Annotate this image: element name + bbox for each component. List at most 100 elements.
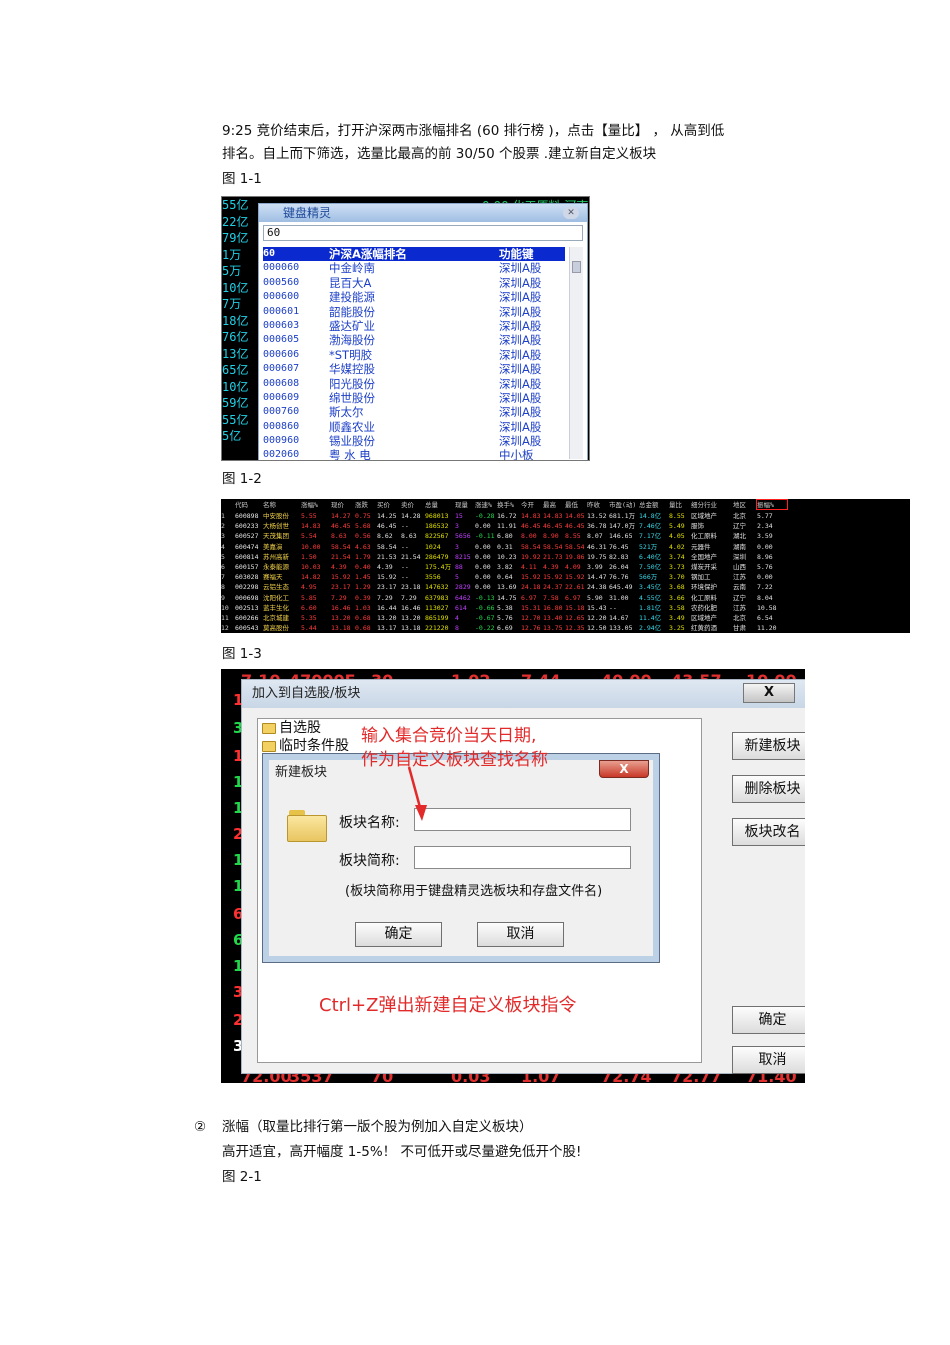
list-item-name: 锡业股份 <box>329 434 375 449</box>
table-cell: 1.50 <box>301 552 317 561</box>
column-header[interactable]: 卖价 <box>401 499 425 511</box>
section-2-line: 高开适宜，高开幅度 1-5%！ 不可低开或尽量避免低开个股! <box>222 1144 582 1160</box>
column-header[interactable]: 昨收 <box>587 499 609 511</box>
list-item[interactable]: 000603 盛达矿业 深圳A股 <box>263 319 565 333</box>
table-cell: 0.40 <box>355 562 371 571</box>
column-header[interactable]: 今开 <box>521 499 543 511</box>
list-item[interactable]: 000609 绵世股份 深圳A股 <box>263 391 565 405</box>
list-item[interactable]: 000560 昆百大A 深圳A股 <box>263 276 565 290</box>
list-item[interactable]: 000605 渤海股份 深圳A股 <box>263 333 565 347</box>
column-header[interactable]: 总金额 <box>639 499 669 511</box>
table-cell: 2 <box>221 522 225 531</box>
column-header[interactable]: 量比 <box>669 499 691 511</box>
block-name-input[interactable] <box>414 808 631 831</box>
table-cell: 614 <box>455 603 467 612</box>
table-cell: 3.74 <box>669 552 685 561</box>
close-button[interactable]: X <box>743 683 795 703</box>
list-item[interactable]: 002060 粤 水 电 中小板 <box>263 448 565 460</box>
column-header[interactable]: 换手% <box>497 499 521 511</box>
keyboard-wizard-title: 键盘精灵 <box>259 204 587 222</box>
table-cell: 苏州高新 <box>263 552 289 561</box>
list-item[interactable]: 000600 建投能源 深圳A股 <box>263 290 565 304</box>
delete-block-button[interactable]: 删除板块 <box>732 775 805 803</box>
column-header[interactable]: 最高 <box>543 499 565 511</box>
table-cell: 12.76 <box>521 624 541 633</box>
table-row[interactable]: 9 000698 沈阳化工 5.85 7.29 0.39 7.29 7.29 637983 646… <box>221 593 910 603</box>
block-short-label: 板块简称: <box>339 853 400 869</box>
column-header[interactable]: 现量 <box>455 499 475 511</box>
table-cell: 8.00 <box>521 532 537 541</box>
column-header[interactable]: 涨速% <box>475 499 497 511</box>
column-header[interactable]: 总量 <box>425 499 455 511</box>
column-header[interactable]: 细分行业 <box>691 499 733 511</box>
table-cell: 13.75 <box>543 624 563 633</box>
list-item[interactable]: 000860 顺鑫农业 深圳A股 <box>263 420 565 434</box>
list-item[interactable]: 000060 中金岭南 深圳A股 <box>263 261 565 275</box>
table-cell: 14.75 <box>497 593 517 602</box>
table-cell: 4.02 <box>669 542 685 551</box>
table-cell: 8.96 <box>757 552 773 561</box>
cancel-button[interactable]: 取消 <box>732 1046 805 1074</box>
list-item-name: 华媒控股 <box>329 362 375 377</box>
column-header[interactable]: 现价 <box>331 499 355 511</box>
block-short-input[interactable] <box>414 846 631 869</box>
table-cell: 8.90 <box>543 532 559 541</box>
table-cell: 农药化肥 <box>691 603 717 612</box>
add-to-block-title: 加入到自选股/板块 <box>242 680 805 708</box>
list-item[interactable]: 000606 *ST明胶 深圳A股 <box>263 348 565 362</box>
background-value: 1万 <box>222 247 242 262</box>
table-cell: 0.00 <box>475 573 491 582</box>
table-cell: 蓝丰生化 <box>263 603 289 612</box>
table-cell: 14.67 <box>609 613 629 622</box>
table-row[interactable]: 10 002513 蓝丰生化 6.60 16.46 1.03 16.44 16.46 11302… <box>221 603 910 613</box>
list-item[interactable]: 000608 阳光股份 深圳A股 <box>263 377 565 391</box>
block-name-label: 板块名称: <box>339 815 400 831</box>
table-row[interactable]: 7 603028 赛福天 14.82 15.92 1.45 15.92 -- 3556 5 0.00… <box>221 572 910 582</box>
table-cell: 江苏 <box>733 603 746 612</box>
close-icon[interactable]: ✕ <box>563 207 579 219</box>
new-block-ok-button[interactable]: 确定 <box>355 922 442 947</box>
scrollbar-thumb[interactable] <box>572 261 581 273</box>
table-row[interactable]: 2 600233 大杨创世 14.83 46.45 5.68 46.45 -- 186532 3 0… <box>221 521 910 531</box>
table-row[interactable]: 4 600474 美嘉演 10.00 58.54 4.63 58.54 -- 1024 3 0.00… <box>221 542 910 552</box>
table-row[interactable]: 3 600527 天茂集团 5.54 8.63 0.56 8.62 8.63 822567 565… <box>221 531 910 541</box>
table-cell: 8.63 <box>401 532 417 541</box>
column-header[interactable]: 涨跌 <box>355 499 377 511</box>
list-header-row[interactable]: 60 沪深A涨幅排名 功能键 <box>263 247 565 262</box>
new-block-cancel-button[interactable]: 取消 <box>477 922 564 947</box>
list-item[interactable]: 000607 华媒控股 深圳A股 <box>263 362 565 376</box>
new-block-button[interactable]: 新建板块 <box>732 732 805 760</box>
column-header[interactable]: 名称 <box>263 499 301 511</box>
table-cell: 7.29 <box>331 593 347 602</box>
table-row[interactable]: 5 600814 苏州高新 1.50 21.54 1.79 21.53 21.54 286479… <box>221 552 910 562</box>
background-value: 18亿 <box>222 313 249 328</box>
table-cell: 4.39 <box>331 562 347 571</box>
column-header[interactable]: 市盈(动) <box>609 499 639 511</box>
ok-button[interactable]: 确定 <box>732 1006 805 1034</box>
keyboard-wizard-input[interactable]: 60 <box>263 225 583 241</box>
table-cell: 16.80 <box>543 603 563 612</box>
column-header[interactable]: 最低 <box>565 499 587 511</box>
table-cell: 36.78 <box>587 522 607 531</box>
table-cell: 7.46亿 <box>639 522 662 531</box>
table-cell: 600543 <box>235 624 259 633</box>
table-cell: 赛福天 <box>263 573 283 582</box>
table-cell: 13.17 <box>377 624 397 633</box>
table-row[interactable]: 6 600157 永泰能源 10.03 4.39 0.40 4.39 -- 175.4万 88 0.… <box>221 562 910 572</box>
table-row[interactable]: 12 600543 莫高股份 5.44 13.18 0.68 13.17 13.18 22122… <box>221 623 910 633</box>
folder-icon <box>262 740 276 752</box>
table-row[interactable]: 11 600266 北京城建 5.35 13.20 0.68 13.20 13.20 86519… <box>221 613 910 623</box>
column-header[interactable]: 地区 <box>733 499 757 511</box>
table-cell: 0.56 <box>355 532 371 541</box>
list-item[interactable]: 000601 韶能股份 深圳A股 <box>263 305 565 319</box>
list-item[interactable]: 000760 斯太尔 深圳A股 <box>263 405 565 419</box>
close-button[interactable]: X <box>599 760 649 778</box>
list-item[interactable]: 000960 锡业股份 深圳A股 <box>263 434 565 448</box>
column-header[interactable]: 代码 <box>235 499 263 511</box>
table-row[interactable]: 1 600898 中安股份 5.55 14.27 0.75 14.25 14.28 968013… <box>221 511 910 521</box>
column-header[interactable]: 涨幅% <box>301 499 331 511</box>
column-header[interactable]: 买价 <box>377 499 401 511</box>
list-scrollbar[interactable] <box>569 247 583 459</box>
table-row[interactable]: 8 002298 云铝生态 4.95 23.17 1.29 23.17 23.18 147632… <box>221 582 910 592</box>
rename-block-button[interactable]: 板块改名 <box>732 818 805 846</box>
